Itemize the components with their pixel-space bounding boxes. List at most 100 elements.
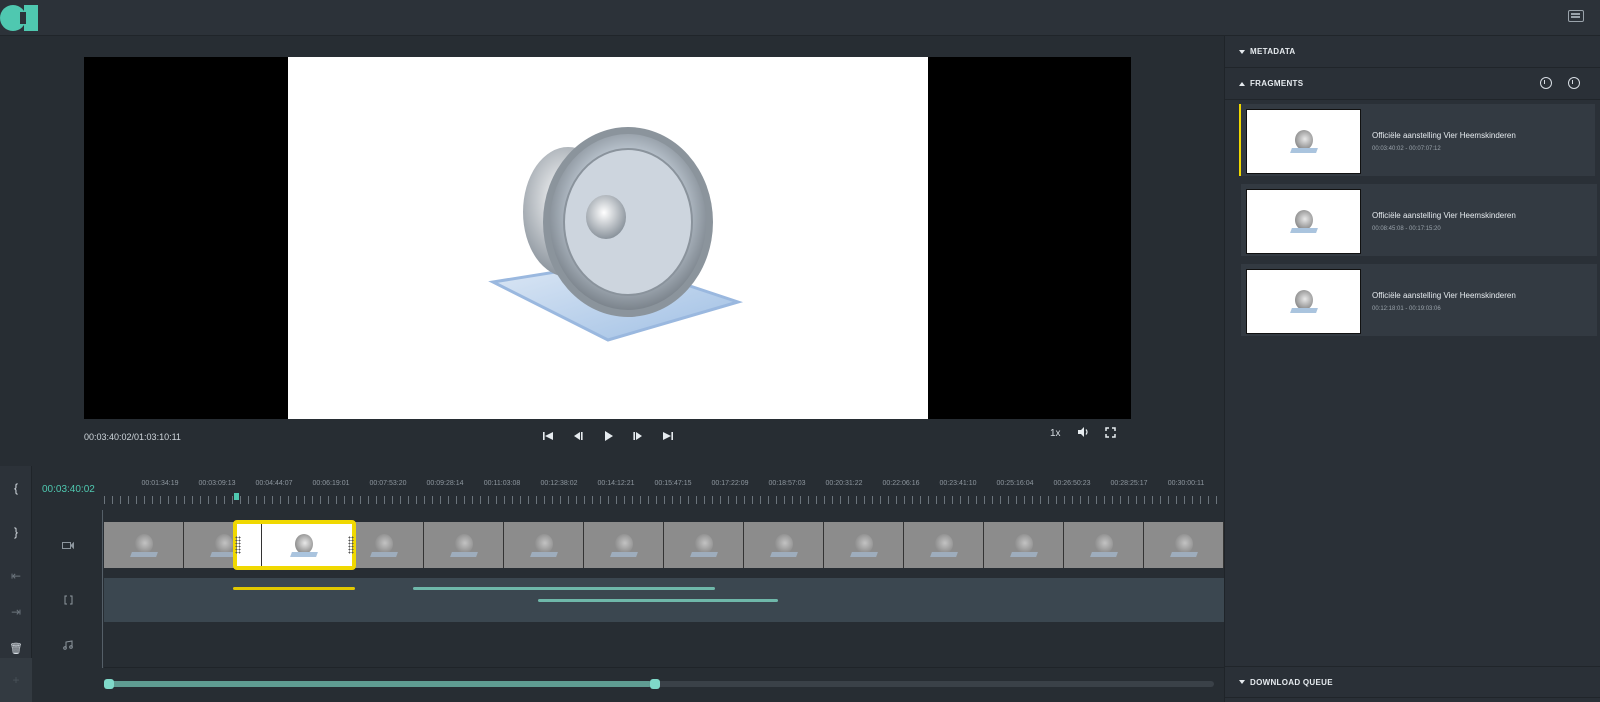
top-bar bbox=[0, 0, 1600, 36]
fragments-label: FRAGMENTS bbox=[1250, 79, 1304, 88]
ruler-tick-label: 00:22:06:16 bbox=[882, 480, 920, 487]
video-frame bbox=[288, 57, 928, 419]
metadata-section-header[interactable]: METADATA bbox=[1225, 36, 1600, 68]
fragment-thumbnail bbox=[1246, 109, 1361, 174]
metadata-label: METADATA bbox=[1250, 47, 1296, 56]
timeline-toolbar: { } ⇤ ⇥ 🗑 + bbox=[0, 466, 32, 702]
video-thumbnail bbox=[1064, 522, 1144, 568]
selected-clip[interactable] bbox=[233, 520, 356, 570]
play-icon[interactable] bbox=[600, 428, 616, 444]
scrollbar-handle-right[interactable] bbox=[650, 679, 660, 689]
fragment-track[interactable] bbox=[104, 578, 1224, 622]
video-thumbnail bbox=[664, 522, 744, 568]
audio-track[interactable] bbox=[104, 622, 1224, 668]
fragment-thumbnail bbox=[1246, 189, 1361, 254]
fragment-time: 00:03:40:02 - 00:07:07:12 bbox=[1372, 146, 1441, 152]
player-timecode: 00:03:40:02/01:03:10:11 bbox=[84, 432, 181, 442]
skip-to-start-icon[interactable] bbox=[540, 428, 556, 444]
ruler-ticks bbox=[104, 496, 1224, 504]
fragment-item[interactable]: Officiële aanstelling Vier Heemskinderen… bbox=[1241, 264, 1597, 336]
video-thumbnail bbox=[824, 522, 904, 568]
audio-track-icon bbox=[32, 622, 104, 668]
download-icon[interactable] bbox=[1568, 77, 1580, 89]
fragment-title: Officiële aanstelling Vier Heemskinderen bbox=[1372, 211, 1516, 220]
playback-speed[interactable]: 1x bbox=[1050, 428, 1061, 439]
video-thumbnail bbox=[744, 522, 824, 568]
timeline: { } ⇤ ⇥ 🗑 + 00:03:40:02 00:01:34:19 00:03… bbox=[0, 466, 1224, 702]
video-thumbnail bbox=[984, 522, 1064, 568]
volume-icon[interactable] bbox=[1077, 426, 1089, 441]
fragment-bar[interactable] bbox=[413, 587, 715, 590]
skip-to-end-icon[interactable] bbox=[660, 428, 676, 444]
fragments-section-header[interactable]: FRAGMENTS bbox=[1225, 68, 1600, 100]
clip-thumbnail bbox=[289, 532, 319, 558]
right-sidebar: METADATA FRAGMENTS Officiële aanstelling… bbox=[1224, 36, 1600, 702]
download-queue-header[interactable]: DOWNLOAD QUEUE bbox=[1225, 666, 1600, 698]
timeline-current-time: 00:03:40:02 bbox=[42, 484, 95, 495]
ruler-tick-label: 00:04:44:07 bbox=[255, 480, 293, 487]
frame-forward-icon[interactable] bbox=[630, 428, 646, 444]
download-queue-label: DOWNLOAD QUEUE bbox=[1250, 677, 1333, 687]
fragment-title: Officiële aanstelling Vier Heemskinderen bbox=[1372, 291, 1516, 300]
video-thumbnail bbox=[424, 522, 504, 568]
timeline-scrollbar[interactable] bbox=[32, 668, 1224, 702]
brand-logo-icon[interactable] bbox=[0, 5, 40, 31]
clip-handle-left[interactable] bbox=[235, 536, 241, 554]
ruler-tick-label: 00:06:19:01 bbox=[312, 480, 350, 487]
fragment-bar-active[interactable] bbox=[233, 587, 355, 590]
video-player[interactable] bbox=[84, 57, 1131, 419]
video-thumbnail bbox=[904, 522, 984, 568]
upload-icon[interactable] bbox=[1540, 77, 1552, 89]
player-right-controls: 1x bbox=[1050, 426, 1116, 441]
video-thumbnail bbox=[104, 522, 184, 568]
playhead[interactable] bbox=[234, 493, 239, 500]
caret-down-icon bbox=[1239, 49, 1245, 54]
scrollbar-handle-left[interactable] bbox=[104, 679, 114, 689]
fragment-actions bbox=[1540, 77, 1580, 89]
speaker-image bbox=[488, 127, 744, 342]
ruler-tick-label: 00:12:38:02 bbox=[540, 480, 578, 487]
ruler-tick-label: 00:23:41:10 bbox=[939, 480, 977, 487]
ruler-tick-label: 00:25:16:04 bbox=[996, 480, 1034, 487]
caret-down-icon bbox=[1239, 680, 1245, 684]
fragment-item[interactable]: Officiële aanstelling Vier Heemskinderen… bbox=[1239, 104, 1595, 176]
video-track-icon bbox=[32, 522, 104, 568]
ruler-tick-label: 00:11:03:08 bbox=[483, 480, 521, 487]
ruler-tick-label: 00:20:31:22 bbox=[825, 480, 863, 487]
ruler-tick-label: 00:30:00:11 bbox=[1167, 480, 1205, 487]
add-icon[interactable]: + bbox=[0, 658, 32, 702]
set-out-icon[interactable]: } bbox=[0, 510, 32, 554]
timeline-ruler[interactable]: 00:01:34:19 00:03:09:13 00:04:44:07 00:06:1… bbox=[104, 466, 1224, 510]
ruler-tick-label: 00:18:57:03 bbox=[768, 480, 806, 487]
frame-back-icon[interactable] bbox=[570, 428, 586, 444]
fragment-bar[interactable] bbox=[538, 599, 778, 602]
fragment-item[interactable]: Officiële aanstelling Vier Heemskinderen… bbox=[1241, 184, 1597, 256]
ruler-tick-label: 00:26:50:23 bbox=[1053, 480, 1091, 487]
video-thumbnail bbox=[344, 522, 424, 568]
video-thumbnail bbox=[1144, 522, 1224, 568]
fullscreen-icon[interactable] bbox=[1104, 426, 1116, 441]
clip-divider bbox=[261, 524, 262, 566]
ruler-tick-label: 00:17:22:09 bbox=[711, 480, 749, 487]
set-in-icon[interactable]: { bbox=[0, 466, 32, 510]
clip-handle-right[interactable] bbox=[348, 536, 354, 554]
ruler-tick-label: 00:15:47:15 bbox=[654, 480, 692, 487]
caret-up-icon bbox=[1239, 81, 1245, 86]
fragment-title: Officiële aanstelling Vier Heemskinderen bbox=[1372, 131, 1516, 140]
video-thumbnail bbox=[584, 522, 664, 568]
scrollbar-range[interactable] bbox=[104, 681, 652, 687]
ruler-tick-label: 00:03:09:13 bbox=[198, 480, 236, 487]
video-thumbnail bbox=[504, 522, 584, 568]
ruler-tick-label: 00:09:28:14 bbox=[426, 480, 464, 487]
fragment-time: 00:08:45:08 - 00:17:15:20 bbox=[1372, 226, 1441, 232]
ruler-tick-label: 00:28:25:17 bbox=[1110, 480, 1148, 487]
player-area: 00:03:40:02/01:03:10:11 1x bbox=[0, 36, 1224, 466]
ruler-tick-label: 00:01:34:19 bbox=[141, 480, 179, 487]
fragment-track-icon bbox=[32, 578, 104, 622]
ruler-tick-label: 00:14:12:21 bbox=[597, 480, 635, 487]
playback-controls bbox=[540, 426, 676, 446]
ruler-tick-label: 00:07:53:20 bbox=[369, 480, 407, 487]
keyboard-icon[interactable] bbox=[1568, 10, 1584, 22]
fragment-time: 00:12:18:01 - 00:19:03:06 bbox=[1372, 306, 1441, 312]
fragment-thumbnail bbox=[1246, 269, 1361, 334]
